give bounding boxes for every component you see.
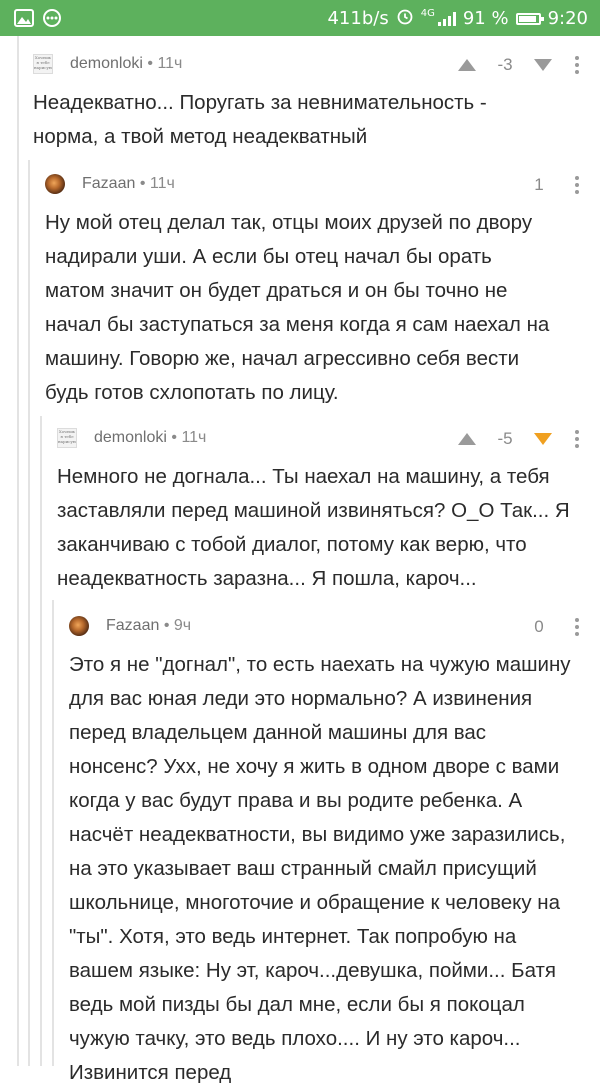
comment-actions: -3 xyxy=(456,52,588,78)
comment-meta: demonloki • 11ч xyxy=(70,55,183,72)
arrow-down-icon xyxy=(534,59,552,71)
comment-text: Неадекватно... Поругать за невнимательно… xyxy=(33,91,487,148)
comment-header: Fazaan • 11ч 1 xyxy=(45,170,588,200)
comment-text: Немного не догнала... Ты наехал на машин… xyxy=(57,465,570,590)
comment-text: Ну мой отец делал так, отцы моих друзей … xyxy=(45,211,550,404)
comment: Хочешь я тебе нарисую demonloki • 11ч -5… xyxy=(57,424,588,596)
comment-actions: 0 xyxy=(524,614,588,640)
comment-header: Хочешь я тебе нарисую demonloki • 11ч -3 xyxy=(33,50,588,80)
clock: 9:20 xyxy=(547,8,588,29)
comment-time: 9ч xyxy=(173,617,192,634)
comment-time: 11ч xyxy=(157,55,183,72)
settings-icon xyxy=(42,8,62,28)
thread-line xyxy=(52,600,54,1066)
author-name[interactable]: Fazaan xyxy=(106,617,159,634)
rating: -5 xyxy=(497,429,513,448)
comment: Хочешь я тебе нарисую demonloki • 11ч -3… xyxy=(33,50,588,154)
battery-percent: 91 % xyxy=(462,8,509,29)
comment-actions: 1 xyxy=(524,172,588,198)
thread-line xyxy=(17,36,19,1066)
more-options-button[interactable] xyxy=(566,426,588,452)
alarm-icon xyxy=(396,7,414,30)
avatar[interactable]: Хочешь я тебе нарисую xyxy=(57,428,77,448)
comment-meta: Fazaan • 11ч xyxy=(82,175,175,192)
arrow-up-icon xyxy=(458,59,476,71)
rating: 0 xyxy=(534,617,544,636)
network-type: 4G xyxy=(420,8,435,19)
network-speed: 411b/s xyxy=(327,8,389,29)
downvote-button[interactable] xyxy=(532,54,554,76)
thread-line xyxy=(40,416,42,1066)
rating: 1 xyxy=(534,175,544,194)
avatar[interactable] xyxy=(45,174,65,194)
thread-line xyxy=(28,160,30,1066)
comment: Fazaan • 9ч 0 Это я не "догнал", то есть… xyxy=(69,612,588,1090)
avatar[interactable]: Хочешь я тебе нарисую xyxy=(33,54,53,74)
author-name[interactable]: Fazaan xyxy=(82,175,135,192)
more-options-button[interactable] xyxy=(566,172,588,198)
comment-time: 11ч xyxy=(149,175,175,192)
status-bar: 411b/s 4G 91 % 9:20 xyxy=(0,0,600,36)
comment-actions: -5 xyxy=(456,426,588,452)
upvote-button[interactable] xyxy=(456,54,478,76)
comment-meta: Fazaan • 9ч xyxy=(106,617,192,634)
avatar[interactable] xyxy=(69,616,89,636)
arrow-up-icon xyxy=(458,433,476,445)
downvote-button[interactable] xyxy=(532,428,554,450)
more-options-button[interactable] xyxy=(566,52,588,78)
author-name[interactable]: demonloki xyxy=(94,429,167,446)
gallery-icon xyxy=(14,8,34,28)
author-name[interactable]: demonloki xyxy=(70,55,143,72)
signal-icon xyxy=(437,11,456,26)
battery-icon xyxy=(515,12,544,25)
comment-header: Fazaan • 9ч 0 xyxy=(69,612,588,642)
comment-header: Хочешь я тебе нарисую demonloki • 11ч -5 xyxy=(57,424,588,454)
comment-time: 11ч xyxy=(181,429,207,446)
rating: -3 xyxy=(497,55,513,74)
more-options-button[interactable] xyxy=(566,614,588,640)
arrow-down-active-icon xyxy=(534,433,552,445)
comment: Fazaan • 11ч 1 Ну мой отец делал так, от… xyxy=(45,170,588,410)
upvote-button[interactable] xyxy=(456,428,478,450)
comment-meta: demonloki • 11ч xyxy=(94,429,207,446)
comment-text: Это я не "догнал", то есть наехать на чу… xyxy=(69,653,571,1084)
